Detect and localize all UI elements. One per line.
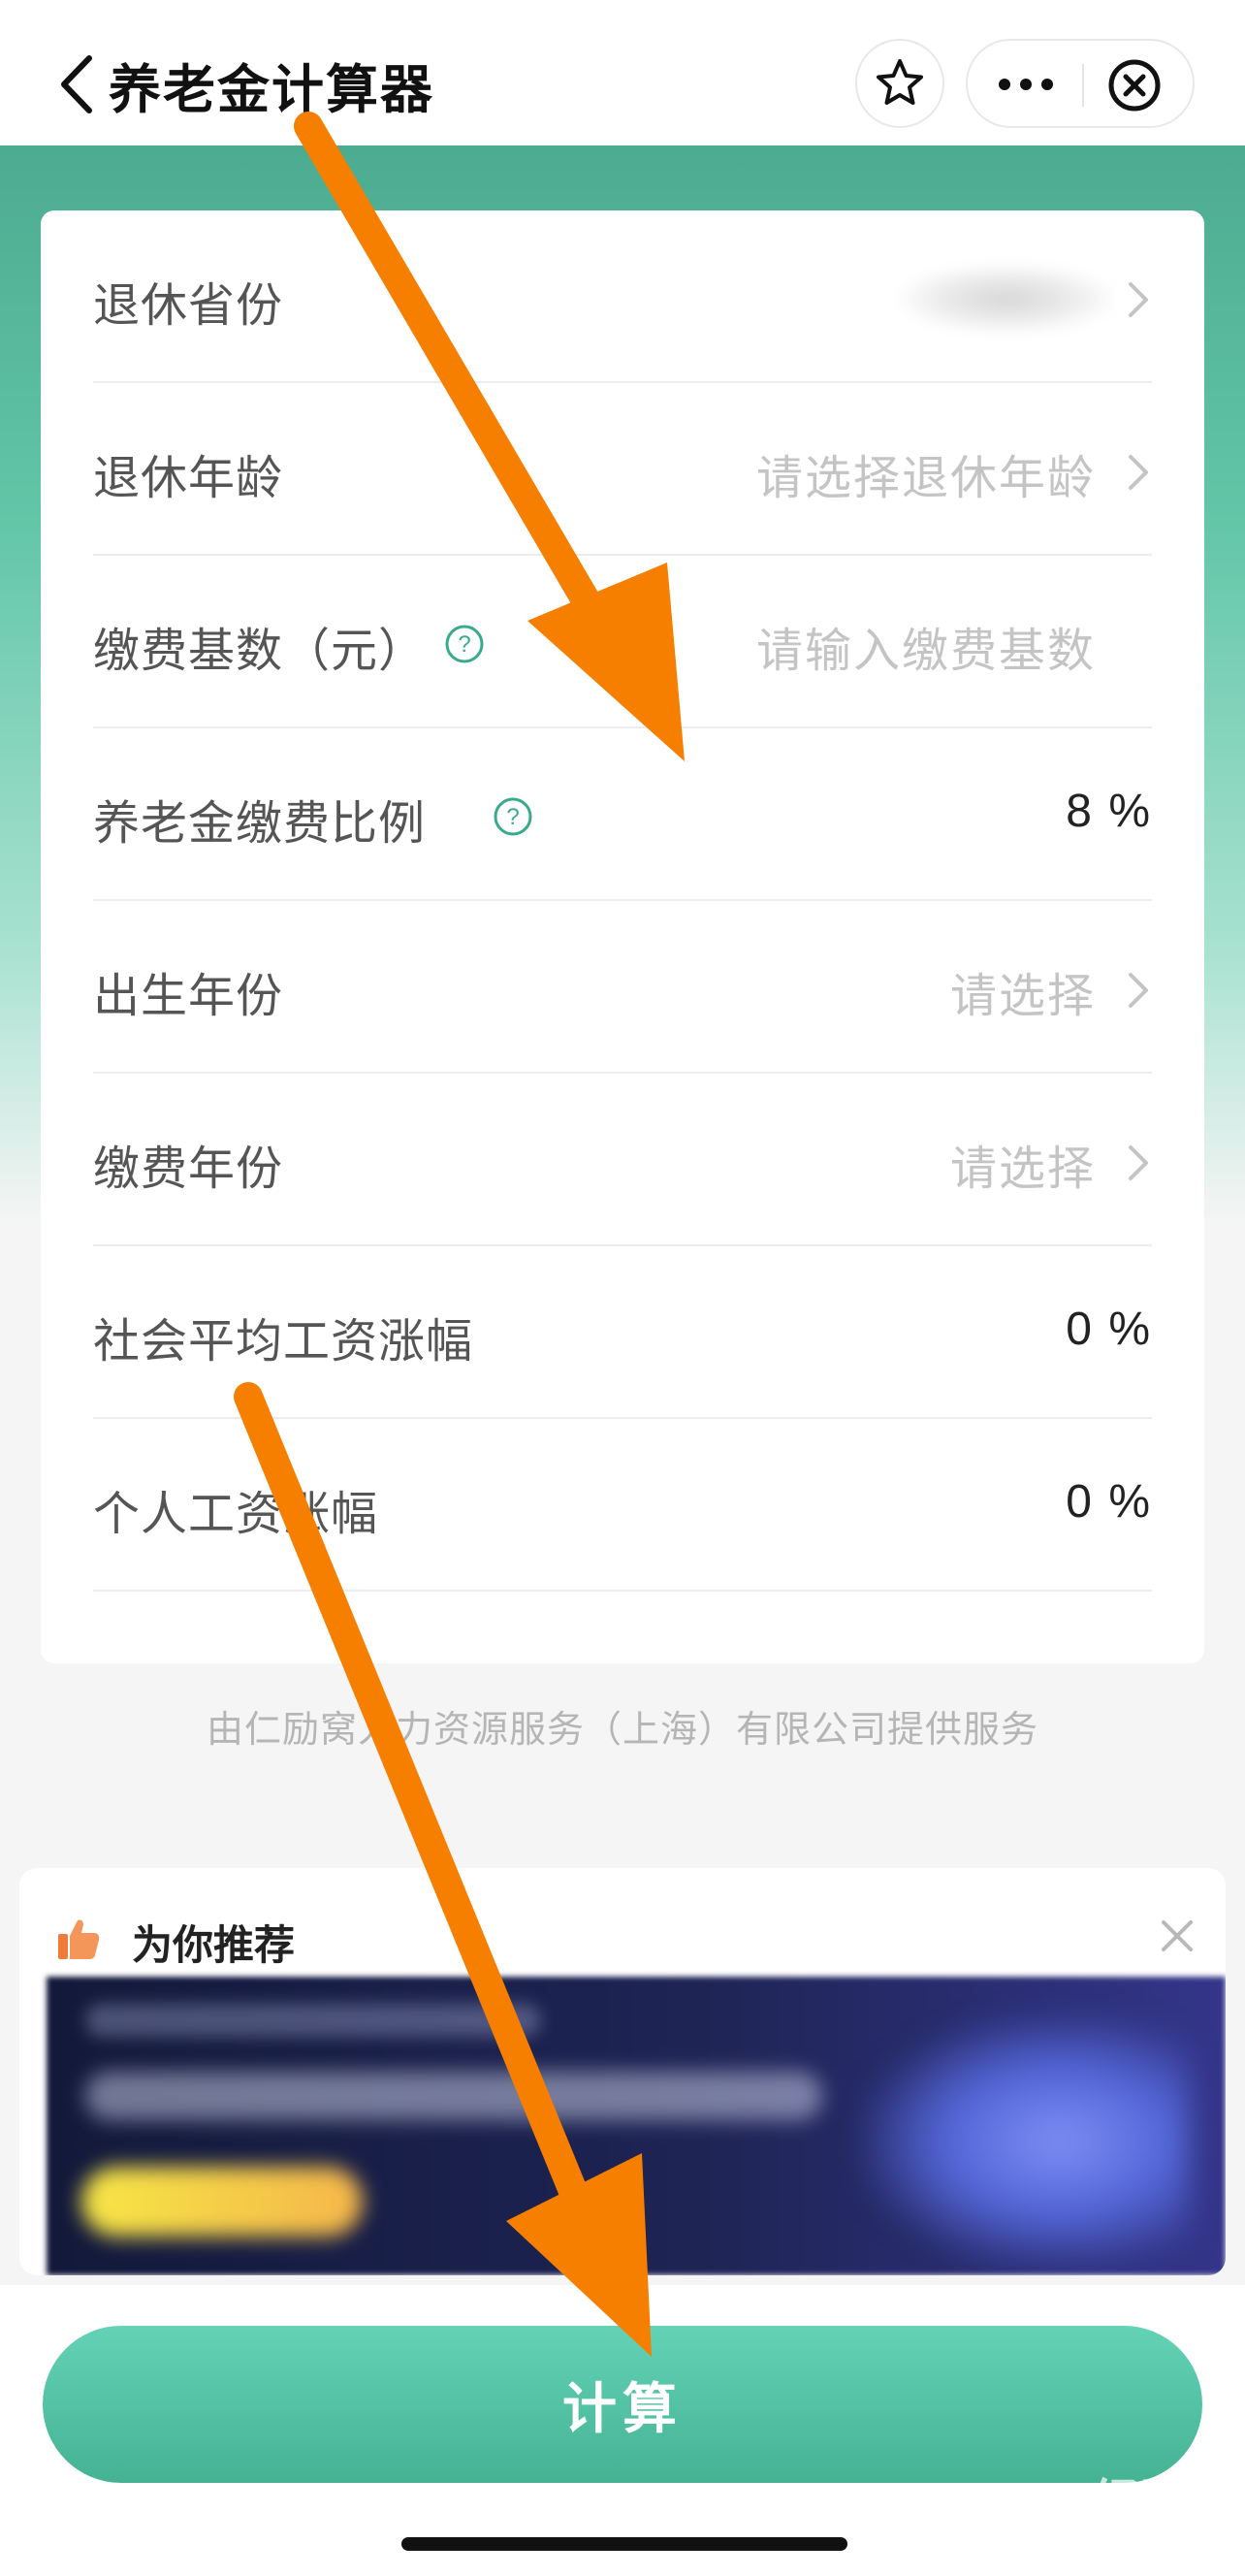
personal-wage-growth-input[interactable]: 0 % xyxy=(1066,1475,1152,1529)
recommend-banner[interactable] xyxy=(47,1977,1226,2275)
question-circle-icon[interactable]: ? xyxy=(493,796,533,837)
retirement-age-row[interactable]: 退休年龄 请选择退休年龄 xyxy=(93,383,1152,556)
contribution-base-row: 缴费基数（元） ? 请输入缴费基数 xyxy=(93,556,1152,728)
row-label: 缴费年份 xyxy=(93,1143,284,1195)
avg-wage-growth-row: 社会平均工资涨幅 0 % xyxy=(93,1246,1152,1419)
birth-year-placeholder: 请选择 xyxy=(949,971,1096,1022)
chevron-right-icon xyxy=(1129,973,1148,1008)
recommend-card: 为你推荐 xyxy=(19,1868,1226,2275)
pension-ratio-row: 养老金缴费比例 ? 8 % xyxy=(93,728,1152,901)
thumbs-up-icon xyxy=(58,1919,100,1959)
province-value-blurred xyxy=(900,265,1113,333)
baidu-watermark: Baidu经验 jingyan.baidu.com xyxy=(939,2463,1191,2556)
form-card: 退休省份 退休年龄 请选择退休年龄 缴费基数（元） ? 请输入缴费基数 养老金缴… xyxy=(41,210,1204,1663)
row-label: 个人工资涨幅 xyxy=(93,1489,379,1540)
avg-wage-growth-input[interactable]: 0 % xyxy=(1066,1303,1152,1356)
chevron-right-icon xyxy=(1129,455,1148,490)
row-label: 缴费基数（元） xyxy=(93,626,427,677)
question-circle-icon[interactable]: ? xyxy=(444,624,485,664)
capsule-divider xyxy=(1082,64,1084,107)
provider-text: 由仁励窝人力资源服务（上海）有限公司提供服务 xyxy=(206,1710,1038,1751)
banner-blur-graphic xyxy=(861,2015,1191,2268)
top-nav-bar: 养老金计算器 xyxy=(0,0,1245,145)
chevron-right-icon xyxy=(1129,282,1148,317)
mini-program-capsule xyxy=(966,39,1195,128)
contribution-year-placeholder: 请选择 xyxy=(949,1143,1096,1195)
home-indicator xyxy=(401,2537,847,2551)
close-miniprogram-button[interactable] xyxy=(1107,58,1162,113)
star-icon xyxy=(877,59,923,105)
svg-text:?: ? xyxy=(506,804,519,830)
contribution-year-row[interactable]: 缴费年份 请选择 xyxy=(93,1074,1152,1246)
favorite-button[interactable] xyxy=(855,39,944,128)
svg-text:?: ? xyxy=(458,631,470,658)
row-label: 退休省份 xyxy=(93,280,284,332)
pension-ratio-input[interactable]: 8 % xyxy=(1066,785,1152,838)
row-label: 退休年龄 xyxy=(93,453,284,504)
retirement-province-row[interactable]: 退休省份 xyxy=(93,210,1152,383)
watermark-text: Baidu经验 xyxy=(952,2475,1191,2529)
chevron-right-icon xyxy=(1129,1145,1148,1180)
personal-wage-growth-row: 个人工资涨幅 0 % xyxy=(93,1419,1152,1592)
more-dots-icon xyxy=(999,79,1053,90)
watermark-sub: jingyan.baidu.com xyxy=(1034,2533,1191,2555)
birth-year-row[interactable]: 出生年份 请选择 xyxy=(93,901,1152,1074)
banner-blur-line xyxy=(85,2004,541,2037)
retirement-age-placeholder: 请选择退休年龄 xyxy=(755,453,1096,504)
more-button[interactable] xyxy=(997,62,1055,107)
row-label: 出生年份 xyxy=(93,971,284,1022)
close-circle-icon xyxy=(1108,59,1161,112)
banner-blur-headline xyxy=(85,2072,822,2120)
contribution-base-input[interactable]: 请输入缴费基数 xyxy=(756,612,1096,680)
back-button[interactable] xyxy=(54,50,101,118)
page-title: 养老金计算器 xyxy=(109,61,434,119)
row-label: 养老金缴费比例 xyxy=(93,798,427,850)
calculate-button[interactable]: 计算 xyxy=(43,2326,1202,2483)
chevron-left-icon xyxy=(61,55,92,113)
row-label: 社会平均工资涨幅 xyxy=(93,1316,474,1368)
banner-blur-button xyxy=(81,2167,363,2237)
recommend-title: 为你推荐 xyxy=(132,1922,296,1968)
close-icon[interactable] xyxy=(1158,1916,1197,1955)
